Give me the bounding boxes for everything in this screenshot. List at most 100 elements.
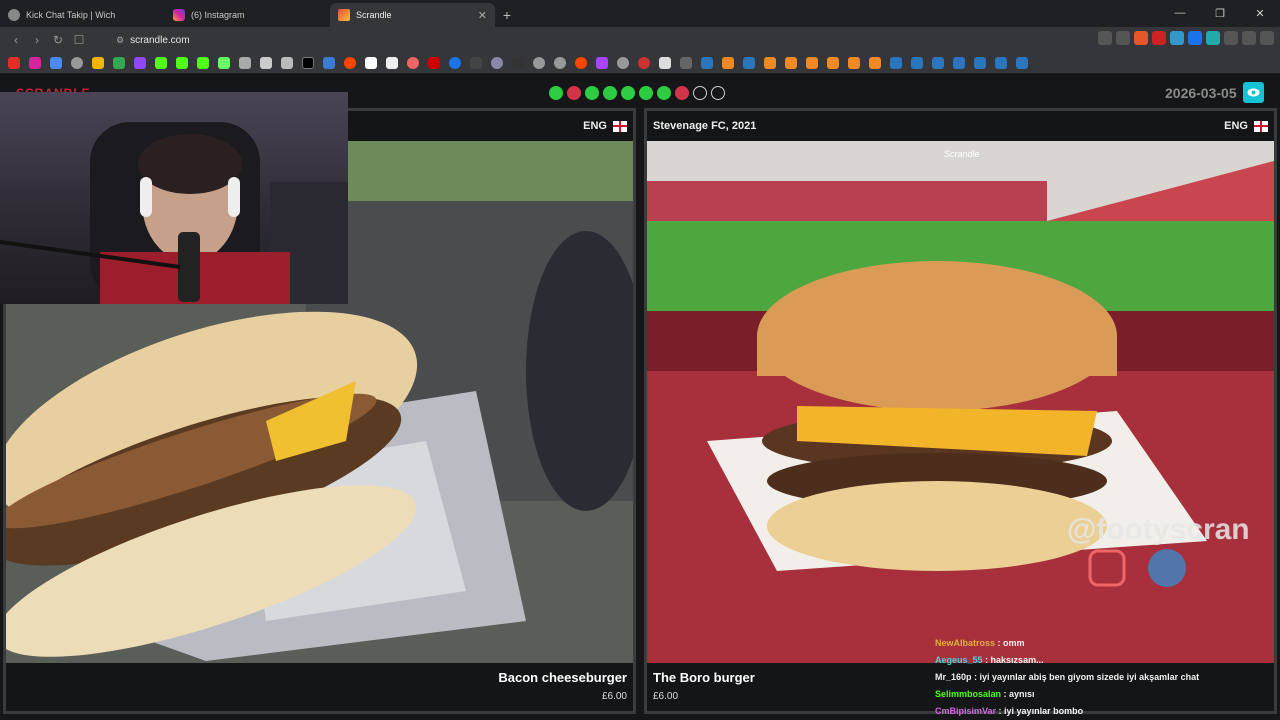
result-dot-lose: [567, 86, 581, 100]
bookmark-icon[interactable]: [92, 57, 104, 69]
chat-message: Mr_160p : iyi yayınlar abiş ben giyom si…: [935, 669, 1199, 686]
chat-user: Selimmbosalan: [935, 689, 1002, 699]
bookmark-icon[interactable]: [806, 57, 818, 69]
watermark-text: Scrandle: [944, 149, 980, 159]
address-bar[interactable]: ⚙ scrandle.com: [116, 35, 190, 46]
url-text[interactable]: scrandle.com: [130, 35, 189, 46]
steam-icon[interactable]: [890, 57, 902, 69]
media-icon[interactable]: [1242, 31, 1256, 45]
chat-user: CmBipisimVar: [935, 706, 997, 716]
menu-icon[interactable]: [1260, 31, 1274, 45]
result-dot-empty: [711, 86, 725, 100]
steam-icon[interactable]: [911, 57, 923, 69]
bookmark-icon[interactable]: [113, 57, 125, 69]
reddit-icon[interactable]: [575, 57, 587, 69]
steam-icon[interactable]: [701, 57, 713, 69]
result-dot-win: [621, 86, 635, 100]
bookmark-icon[interactable]: [239, 57, 251, 69]
extension-icon[interactable]: [1206, 31, 1220, 45]
steam-icon[interactable]: [743, 57, 755, 69]
youtube-icon[interactable]: [8, 57, 20, 69]
bookmark-icon[interactable]: [722, 57, 734, 69]
card-header: Stevenage FC, 2021 ENG: [647, 111, 1274, 141]
steam-icon[interactable]: [932, 57, 944, 69]
food-card-right[interactable]: Stevenage FC, 2021 ENG Scrandle @footysc…: [644, 108, 1277, 714]
chat-message: Aegeus_55 : haksızsam...: [935, 652, 1199, 669]
kick-icon[interactable]: [197, 57, 209, 69]
extension-icon[interactable]: [1224, 31, 1238, 45]
steam-icon[interactable]: [995, 57, 1007, 69]
food-photo[interactable]: Scrandle @footyscran: [647, 141, 1274, 669]
extension-icon[interactable]: [1152, 31, 1166, 45]
bookmark-icon[interactable]: [596, 57, 608, 69]
bookmark-icon[interactable]: [491, 57, 503, 69]
chat-message: NewAlbatross : omm: [935, 635, 1199, 652]
chat-overlay: NewAlbatross : omm Aegeus_55 : haksızsam…: [935, 635, 1199, 720]
bookmark-icon[interactable]: [617, 57, 629, 69]
result-dot-lose: [675, 86, 689, 100]
extension-icon[interactable]: [1188, 31, 1202, 45]
bookmark-icon[interactable]: [533, 57, 545, 69]
bookmark-icon[interactable]: [764, 57, 776, 69]
bookmark-icon[interactable]: [638, 57, 650, 69]
bookmark-icon[interactable]: [827, 57, 839, 69]
tab-scrandle[interactable]: Scrandle ✕: [330, 3, 495, 27]
result-dot-win: [639, 86, 653, 100]
bookmark-icon[interactable]: [281, 57, 293, 69]
bookmark-icon[interactable]: [407, 57, 419, 69]
country-code: ENG: [1224, 120, 1248, 132]
bookmark-icon[interactable]: [554, 57, 566, 69]
reddit-icon[interactable]: [344, 57, 356, 69]
bookmark-icon[interactable]: [512, 57, 524, 69]
minimize-button[interactable]: —: [1160, 0, 1200, 26]
tab-instagram[interactable]: (6) Instagram: [165, 3, 330, 27]
steam-icon[interactable]: [974, 57, 986, 69]
amazon-icon[interactable]: [386, 57, 398, 69]
close-icon[interactable]: ✕: [478, 9, 487, 22]
result-dot-empty: [693, 86, 707, 100]
kick-icon[interactable]: [155, 57, 167, 69]
bookmark-icon[interactable]: [428, 57, 440, 69]
chat-text: : iyi yayınlar bombo: [998, 706, 1084, 716]
bookmark-icon[interactable]: [785, 57, 797, 69]
bookmark-icon[interactable]: [365, 57, 377, 69]
reload-button[interactable]: ↻: [48, 30, 68, 50]
chat-user: NewAlbatross: [935, 638, 996, 648]
close-window-button[interactable]: ✕: [1240, 0, 1280, 26]
site-info-icon[interactable]: ⚙: [116, 35, 124, 46]
kick-icon[interactable]: [176, 57, 188, 69]
cast-icon[interactable]: [1098, 31, 1112, 45]
steam-icon[interactable]: [953, 57, 965, 69]
new-tab-button[interactable]: +: [495, 3, 519, 27]
extension-icon[interactable]: [1170, 31, 1184, 45]
steam-icon[interactable]: [1016, 57, 1028, 69]
brave-shield-icon[interactable]: [1134, 31, 1148, 45]
bookmark-icon[interactable]: [71, 57, 83, 69]
chat-user: Aegeus_55: [935, 655, 983, 665]
bookmark-icon[interactable]: [260, 57, 272, 69]
share-icon[interactable]: [1116, 31, 1130, 45]
bookmark-icon[interactable]: [470, 57, 482, 69]
bookmark-icon[interactable]: [869, 57, 881, 69]
tab-kick-chat[interactable]: Kick Chat Takip | Wich: [0, 3, 165, 27]
streamer-webcam: [0, 122, 348, 304]
bookmark-icon[interactable]: [218, 57, 230, 69]
instagram-icon[interactable]: [29, 57, 41, 69]
x-icon[interactable]: [302, 57, 314, 69]
maximize-button[interactable]: ❐: [1200, 0, 1240, 26]
food-name: Bacon cheeseburger: [498, 670, 627, 685]
results-dots: [549, 86, 725, 100]
bookmark-icon[interactable]: [848, 57, 860, 69]
bookmark-icon[interactable]: [50, 57, 62, 69]
tab-title: (6) Instagram: [191, 10, 245, 20]
twitch-icon[interactable]: [134, 57, 146, 69]
visibility-button[interactable]: [1243, 82, 1264, 103]
back-button[interactable]: ‹: [6, 30, 26, 50]
folder-icon[interactable]: [680, 57, 692, 69]
forward-button[interactable]: ›: [27, 30, 47, 50]
bookmark-icon[interactable]: ☐: [69, 30, 89, 50]
bookmark-icon[interactable]: [323, 57, 335, 69]
chat-message: CmBipisimVar : iyi yayınlar bombo: [935, 703, 1199, 720]
bookmark-icon[interactable]: [449, 57, 461, 69]
bookmark-icon[interactable]: [659, 57, 671, 69]
